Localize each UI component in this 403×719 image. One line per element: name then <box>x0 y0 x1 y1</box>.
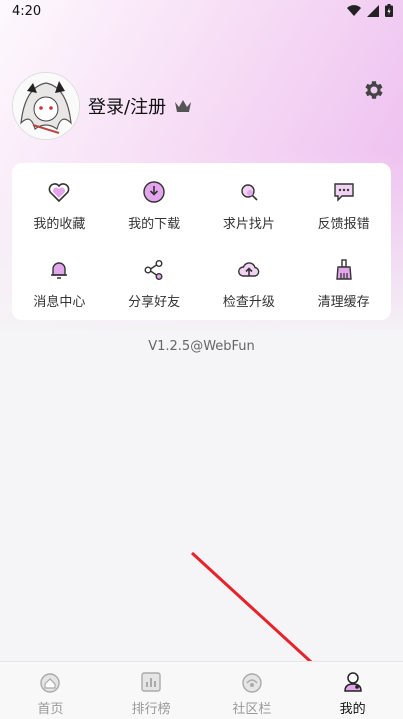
tab-label: 排行榜 <box>131 702 171 717</box>
tab-profile[interactable]: 我的 <box>302 662 403 719</box>
gear-icon <box>365 81 383 99</box>
avatar-illustration <box>13 73 79 139</box>
upgrade-cloud-icon <box>237 262 260 277</box>
battery-icon <box>385 4 393 17</box>
menu-item-label: 清理缓存 <box>317 295 370 310</box>
menu-item-favorites[interactable]: 我的收藏 <box>12 163 107 241</box>
tab-label: 我的 <box>339 702 366 717</box>
search-film-icon <box>241 184 258 201</box>
status-bar: 4:20 <box>0 0 403 24</box>
menu-item-label: 我的收藏 <box>33 217 86 232</box>
menu-card: 我的收藏 我的下载 求片找片 反馈报错 消息中心 分享好友 检查升级 清理缓存 <box>12 163 391 320</box>
wifi-icon <box>347 4 361 16</box>
bell-icon <box>51 262 68 279</box>
login-register-link[interactable]: 登录/注册 <box>88 93 166 119</box>
menu-item-upgrade[interactable]: 检查升级 <box>202 241 297 320</box>
tab-home[interactable]: 首页 <box>0 662 101 719</box>
profile-header: 登录/注册 <box>12 72 192 140</box>
menu-grid: 我的收藏 我的下载 求片找片 反馈报错 消息中心 分享好友 检查升级 清理缓存 <box>12 163 391 320</box>
bottom-tab-bar: 首页 排行榜 社区栏 我的 <box>0 661 403 719</box>
menu-item-messages[interactable]: 消息中心 <box>12 241 107 320</box>
status-time: 4:20 <box>12 4 42 19</box>
download-icon <box>143 181 165 203</box>
ranking-icon <box>141 672 161 692</box>
tab-label: 社区栏 <box>232 702 272 717</box>
profile-icon <box>343 672 362 692</box>
community-icon <box>242 673 262 693</box>
menu-item-share[interactable]: 分享好友 <box>107 241 202 320</box>
tab-label: 首页 <box>37 702 64 717</box>
feedback-icon <box>333 183 354 202</box>
menu-item-clear-cache[interactable]: 清理缓存 <box>296 241 391 320</box>
menu-item-label: 求片找片 <box>222 217 275 232</box>
broom-icon <box>335 259 352 280</box>
menu-item-label: 我的下载 <box>128 217 181 232</box>
home-icon <box>40 673 61 693</box>
signal-icon <box>367 4 379 17</box>
menu-item-label: 分享好友 <box>128 295 181 310</box>
tab-ranking[interactable]: 排行榜 <box>101 662 202 719</box>
heart-icon <box>48 183 70 203</box>
avatar[interactable] <box>12 72 80 140</box>
menu-item-feedback[interactable]: 反馈报错 <box>296 163 391 241</box>
menu-item-label: 消息中心 <box>33 295 86 310</box>
share-icon <box>144 260 163 280</box>
version-text: V1.2.5@WebFun <box>148 339 255 354</box>
settings-button[interactable] <box>362 78 386 102</box>
crown-icon <box>175 100 192 112</box>
tab-community[interactable]: 社区栏 <box>202 662 303 719</box>
menu-item-label: 反馈报错 <box>317 217 370 232</box>
menu-item-request-film[interactable]: 求片找片 <box>202 163 297 241</box>
status-icons <box>347 4 393 17</box>
menu-item-label: 检查升级 <box>222 295 275 310</box>
menu-item-downloads[interactable]: 我的下载 <box>107 163 202 241</box>
